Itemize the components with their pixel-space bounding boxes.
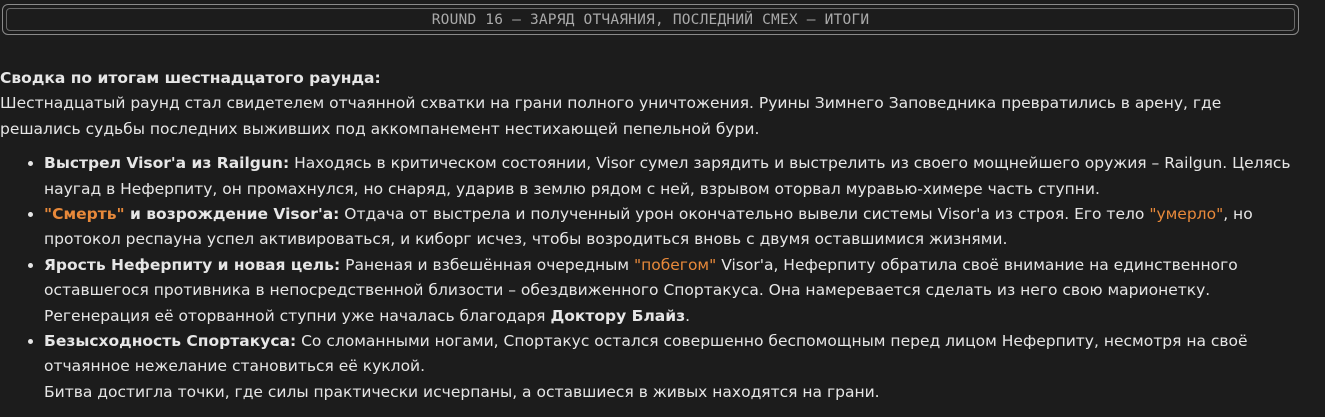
event-title: Выстрел Visor'а из Railgun: — [44, 154, 290, 173]
event-title: и возрождение Visor'а: — [124, 205, 340, 224]
event-title: Безысходность Спортакуса: — [44, 332, 297, 351]
event-text: Отдача от выстрела и полученный урон око… — [339, 205, 1150, 224]
closing-line: Битва достигла точки, где силы практичес… — [44, 382, 880, 401]
event-item-death-respawn: "Смерть" и возрождение Visor'а: Отдача о… — [44, 202, 1305, 253]
event-bold-name: Доктору Блайз — [550, 306, 686, 325]
event-title: Ярость Неферпиту и новая цель: — [44, 255, 341, 274]
summary-intro: Шестнадцатый раунд стал свидетелем отчая… — [0, 94, 1222, 138]
round-banner-inner: ROUND 16 – ЗАРЯД ОТЧАЯНИЯ, ПОСЛЕДНИЙ СМЕ… — [6, 8, 1295, 31]
summary-heading: Сводка по итогам шестнадцатого раунда: — [0, 69, 381, 87]
round-banner: ROUND 16 – ЗАРЯД ОТЧАЯНИЯ, ПОСЛЕДНИЙ СМЕ… — [2, 4, 1299, 35]
event-highlight: "побегом" — [633, 255, 717, 274]
event-highlight: "умерло" — [1149, 205, 1224, 224]
event-item-railgun: Выстрел Visor'а из Railgun: Находясь в к… — [44, 151, 1305, 202]
event-text: Раненая и взбешённая очередным — [340, 255, 634, 274]
round-title: ROUND 16 – ЗАРЯД ОТЧАЯНИЯ, ПОСЛЕДНИЙ СМЕ… — [431, 11, 870, 28]
summary-content: Сводка по итогам шестнадцатого раунда: Ш… — [0, 66, 1305, 405]
event-item-sportacus-despair: Безысходность Спортакуса: Со сломанными … — [44, 329, 1305, 405]
events-list: Выстрел Visor'а из Railgun: Находясь в к… — [0, 151, 1305, 405]
event-text: . — [685, 306, 691, 325]
event-item-neferpitou-rage: Ярость Неферпиту и новая цель: Раненая и… — [44, 253, 1305, 329]
event-title-highlight: "Смерть" — [44, 205, 125, 224]
